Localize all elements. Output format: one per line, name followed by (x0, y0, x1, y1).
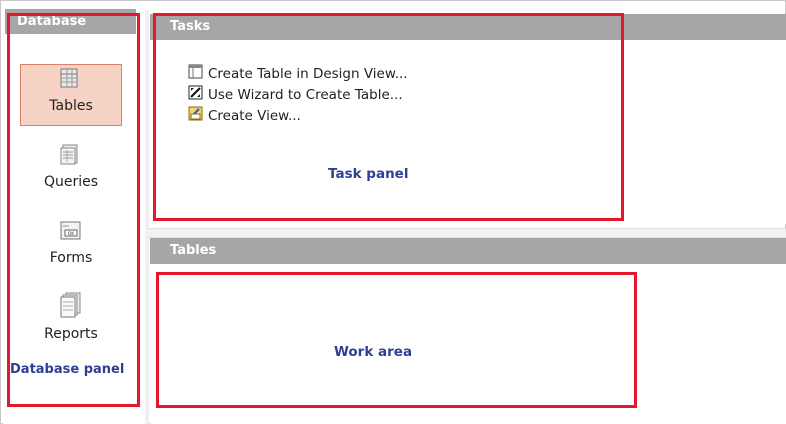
task-panel-annotation: Task panel (328, 166, 409, 182)
section-divider (148, 228, 786, 238)
database-item-label: Forms (49, 250, 93, 266)
database-item-reports[interactable]: Reports (20, 292, 122, 348)
wizard-icon (188, 85, 203, 104)
panel-separator (145, 10, 149, 424)
tasks-area: Create Table in Design View... Use Wizar… (150, 40, 786, 224)
use-wizard-create-table-link[interactable]: Use Wizard to Create Table... (188, 85, 403, 104)
work-area-annotation: Work area (334, 344, 413, 360)
database-item-queries[interactable]: Queries (20, 144, 122, 200)
database-panel-annotation: Database panel (10, 362, 125, 377)
create-table-design-view-link[interactable]: Create Table in Design View... (188, 64, 408, 83)
tables-work-area[interactable]: Work area (150, 264, 786, 424)
create-view-link[interactable]: Create View... (188, 106, 301, 125)
reports-icon (20, 292, 122, 322)
database-item-label: Tables (49, 98, 93, 114)
task-link-label: Create View... (208, 107, 301, 124)
database-item-tables[interactable]: Tables (20, 64, 122, 126)
tables-header: Tables (150, 238, 786, 264)
tasks-header: Tasks (150, 14, 786, 40)
database-item-forms[interactable]: OK Forms (20, 220, 122, 276)
database-panel-header: Database (5, 9, 136, 34)
database-item-label: Reports (44, 326, 98, 342)
forms-icon: OK (20, 220, 122, 246)
create-view-icon (188, 106, 203, 125)
design-view-icon (188, 64, 203, 83)
task-link-label: Create Table in Design View... (208, 65, 408, 82)
svg-text:OK: OK (68, 231, 76, 237)
tables-icon (21, 68, 121, 94)
task-link-label: Use Wizard to Create Table... (208, 86, 403, 103)
database-item-label: Queries (43, 174, 99, 190)
queries-icon (20, 144, 122, 170)
